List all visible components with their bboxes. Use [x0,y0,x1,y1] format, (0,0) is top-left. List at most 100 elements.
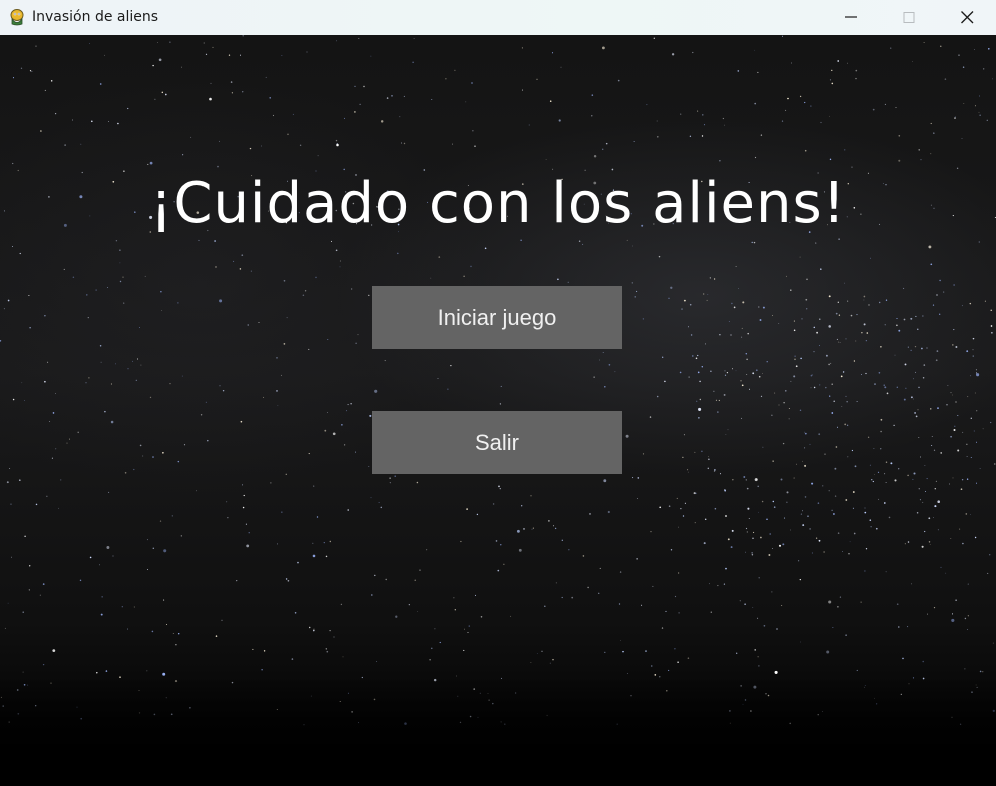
star [52,649,56,652]
star [312,554,316,558]
star [370,497,372,499]
star [771,547,773,549]
star [181,375,183,377]
star [791,62,792,64]
star [471,82,473,84]
star [614,371,616,373]
star [169,383,171,385]
star [28,589,30,591]
star [890,47,892,49]
star [210,82,212,84]
star [324,429,327,432]
star [982,671,984,673]
star [637,477,640,479]
star [142,455,144,457]
star [656,135,659,138]
star [593,376,595,378]
star [972,349,974,351]
star [931,436,933,437]
star [990,309,992,311]
star [828,490,830,492]
star [932,304,935,306]
star [127,368,129,370]
star [285,473,287,475]
star [921,347,923,350]
star [872,480,874,483]
star [29,565,31,567]
star [804,149,807,152]
star [536,78,538,80]
star [727,429,729,431]
star [215,266,217,268]
star [582,243,584,245]
star [912,61,913,62]
star [656,120,658,122]
star [703,124,706,126]
star [332,432,336,436]
maximize-button[interactable] [880,0,938,35]
star [753,531,755,533]
star [674,595,677,598]
title-bar[interactable]: Invasión de aliens [0,0,996,35]
star [226,501,228,503]
star [794,355,796,357]
star [55,448,57,450]
game-canvas[interactable]: ¡Cuidado con los aliens! Iniciar juego S… [0,35,996,786]
star [815,537,818,539]
star [645,650,647,652]
star [757,485,759,488]
star [374,389,378,393]
star [837,426,838,428]
star [799,95,802,98]
star [430,277,432,279]
quit-button[interactable]: Salir [372,411,622,474]
star [277,543,278,545]
star [541,650,543,652]
star [250,270,252,272]
star [707,293,709,295]
star [484,247,487,250]
minimize-button[interactable] [822,0,880,35]
star [276,357,278,359]
star [837,605,839,608]
star [426,549,428,551]
star [884,103,886,105]
star [694,451,696,453]
star [620,640,621,641]
star [532,527,534,529]
star [119,262,121,264]
star [967,629,969,631]
close-button[interactable] [938,0,996,35]
star [340,603,343,606]
star [248,532,250,534]
star [335,249,338,252]
star [975,369,977,371]
star [806,308,808,310]
star [745,352,748,355]
star [399,116,401,118]
star [591,94,594,96]
star [745,527,748,530]
star [910,396,913,399]
star [376,661,378,662]
star [219,385,221,387]
star [847,300,849,302]
star [642,453,645,455]
star [771,315,773,316]
star [832,627,834,629]
star [917,409,919,411]
star [806,278,808,281]
star [966,350,969,353]
star [498,485,500,488]
start-game-button[interactable]: Iniciar juego [372,286,622,349]
star [692,51,694,54]
star [970,456,972,459]
star [934,487,937,490]
star [650,531,652,533]
star [181,66,182,68]
star [735,266,737,267]
star [760,134,763,136]
star [200,414,203,416]
star [771,591,773,593]
star [766,518,768,521]
